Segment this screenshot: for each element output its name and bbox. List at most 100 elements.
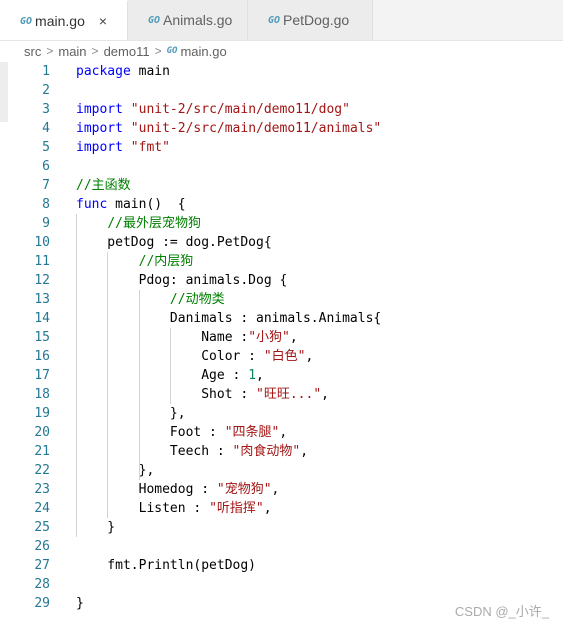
indent-guide [76, 214, 77, 537]
code-text: Color : "白色", [201, 349, 314, 364]
go-file-icon: GO [268, 14, 281, 26]
code-text: func main() { [76, 197, 186, 212]
code-line[interactable]: 8 func main() { [0, 195, 563, 214]
line-number: 9 [42, 216, 50, 231]
line-number: 3 [42, 102, 50, 117]
tab-label: PetDog.go [283, 12, 350, 28]
go-file-icon: GO [20, 15, 33, 27]
line-number: 27 [34, 558, 50, 573]
code-line[interactable]: 12 Pdog: animals.Dog { [0, 271, 563, 290]
line-number: 15 [34, 330, 50, 345]
code-text: }, [76, 406, 186, 421]
code-text: }, [76, 463, 155, 478]
line-number: 23 [34, 482, 50, 497]
line-number: 1 [42, 64, 50, 79]
code-line[interactable]: 17 Age : 1, [0, 366, 563, 385]
breadcrumb-separator: > [46, 44, 54, 58]
line-number: 19 [34, 406, 50, 421]
code-text: } [76, 596, 84, 611]
line-number: 21 [34, 444, 50, 459]
line-number: 24 [34, 501, 50, 516]
line-number: 13 [34, 292, 50, 307]
line-number: 10 [34, 235, 50, 250]
code-line[interactable]: 26 [0, 537, 563, 556]
code-text: Teech : "肉食动物", [76, 444, 309, 459]
line-number: 20 [34, 425, 50, 440]
code-line[interactable]: 27 fmt.Println(petDog) [0, 556, 563, 575]
code-text: Danimals : animals.Animals{ [76, 311, 382, 326]
line-number: 16 [34, 349, 50, 364]
watermark: CSDN @_小许_ [454, 604, 549, 619]
line-number: 8 [42, 197, 50, 212]
tab-label: Animals.go [163, 12, 233, 28]
line-number: 4 [42, 121, 50, 136]
go-file-icon: GO [148, 14, 161, 26]
breadcrumb-item-file[interactable]: main.go [180, 44, 226, 59]
tab-main-go[interactable]: GO main.go × [0, 0, 128, 40]
code-line[interactable]: 11 //内层狗 [0, 252, 563, 271]
line-number: 26 [34, 539, 50, 554]
breadcrumb: src > main > demo11 > GO main.go [0, 40, 563, 62]
go-file-icon: GO [166, 46, 178, 56]
code-line[interactable]: 18 Shot : "旺旺...", [0, 385, 563, 404]
code-text: //动物类 [169, 292, 225, 307]
code-line[interactable]: 14 Danimals : animals.Animals{ [0, 309, 563, 328]
code-line[interactable]: 28 [0, 575, 563, 594]
code-text: //主函数 [76, 178, 131, 193]
code-line[interactable]: 21 Teech : "肉食动物", [0, 442, 563, 461]
line-number: 7 [42, 178, 50, 193]
line-number: 5 [42, 140, 50, 155]
breadcrumb-item-main[interactable]: main [58, 44, 86, 59]
code-line[interactable]: 5 import "fmt" [0, 138, 563, 157]
code-line[interactable]: 13 //动物类 [0, 290, 563, 309]
line-number: 22 [34, 463, 50, 478]
code-line[interactable]: 7 //主函数 [0, 176, 563, 195]
code-line[interactable]: 25 } [0, 518, 563, 537]
code-line[interactable]: 19 }, [0, 404, 563, 423]
close-icon[interactable]: × [99, 13, 107, 29]
code-line[interactable]: 9 //最外层宠物狗 [0, 214, 563, 233]
tab-animals-go[interactable]: GO Animals.go [128, 0, 248, 40]
line-number: 17 [34, 368, 50, 383]
code-text: package main [76, 64, 170, 79]
code-line[interactable]: 10 petDog := dog.PetDog{ [0, 233, 563, 252]
code-line[interactable]: 3 import "unit-2/src/main/demo11/dog" [0, 100, 563, 119]
code-editor[interactable]: 1 package main 2 3 import "unit-2/src/main/d… [0, 62, 563, 630]
code-line[interactable]: 20 Foot : "四条腿", [0, 423, 563, 442]
code-text: fmt.Println(petDog) [76, 558, 257, 573]
code-line[interactable]: 4 import "unit-2/src/main/demo11/animals" [0, 119, 563, 138]
code-line[interactable]: 2 [0, 81, 563, 100]
code-line[interactable]: 24 Listen : "听指挥", [0, 499, 563, 518]
code-text: Name :"小狗", [76, 330, 298, 345]
line-number: 29 [34, 596, 50, 611]
code-text: Shot : "旺旺...", [76, 387, 329, 402]
breadcrumb-item-src[interactable]: src [24, 44, 41, 59]
code-text: petDog := dog.PetDog{ [76, 235, 272, 250]
code-text: import "unit-2/src/main/demo11/dog" [76, 102, 350, 117]
editor-tab-bar: GO main.go × GO Animals.go GO PetDog.go [0, 0, 563, 41]
line-number: 2 [42, 83, 50, 98]
code-line[interactable]: 1 package main [0, 62, 563, 81]
tab-petdog-go[interactable]: GO PetDog.go [248, 0, 373, 40]
line-number: 25 [34, 520, 50, 535]
breadcrumb-separator: > [91, 44, 99, 58]
breadcrumb-separator: > [154, 44, 162, 58]
tab-label: main.go [35, 13, 85, 29]
indent-guide [107, 252, 109, 518]
code-line[interactable]: 23 Homedog : "宠物狗", [0, 480, 563, 499]
line-number: 14 [34, 311, 50, 326]
code-line[interactable]: 6 [0, 157, 563, 176]
code-line[interactable]: 22 }, [0, 461, 563, 480]
breadcrumb-item-demo11[interactable]: demo11 [104, 44, 150, 59]
line-number: 18 [34, 387, 50, 402]
code-text: } [76, 520, 116, 535]
indent-guide [138, 290, 140, 480]
code-line[interactable]: 15 Name :"小狗", [0, 328, 563, 347]
line-number: 28 [34, 577, 50, 592]
line-number: 6 [42, 159, 50, 174]
code-text: import "unit-2/src/main/demo11/animals" [76, 121, 382, 136]
line-number: 12 [34, 273, 50, 288]
code-line[interactable]: 16 Color : "白色", [0, 347, 563, 366]
line-number: 11 [34, 254, 50, 269]
code-text: Listen : "听指挥", [76, 501, 272, 516]
